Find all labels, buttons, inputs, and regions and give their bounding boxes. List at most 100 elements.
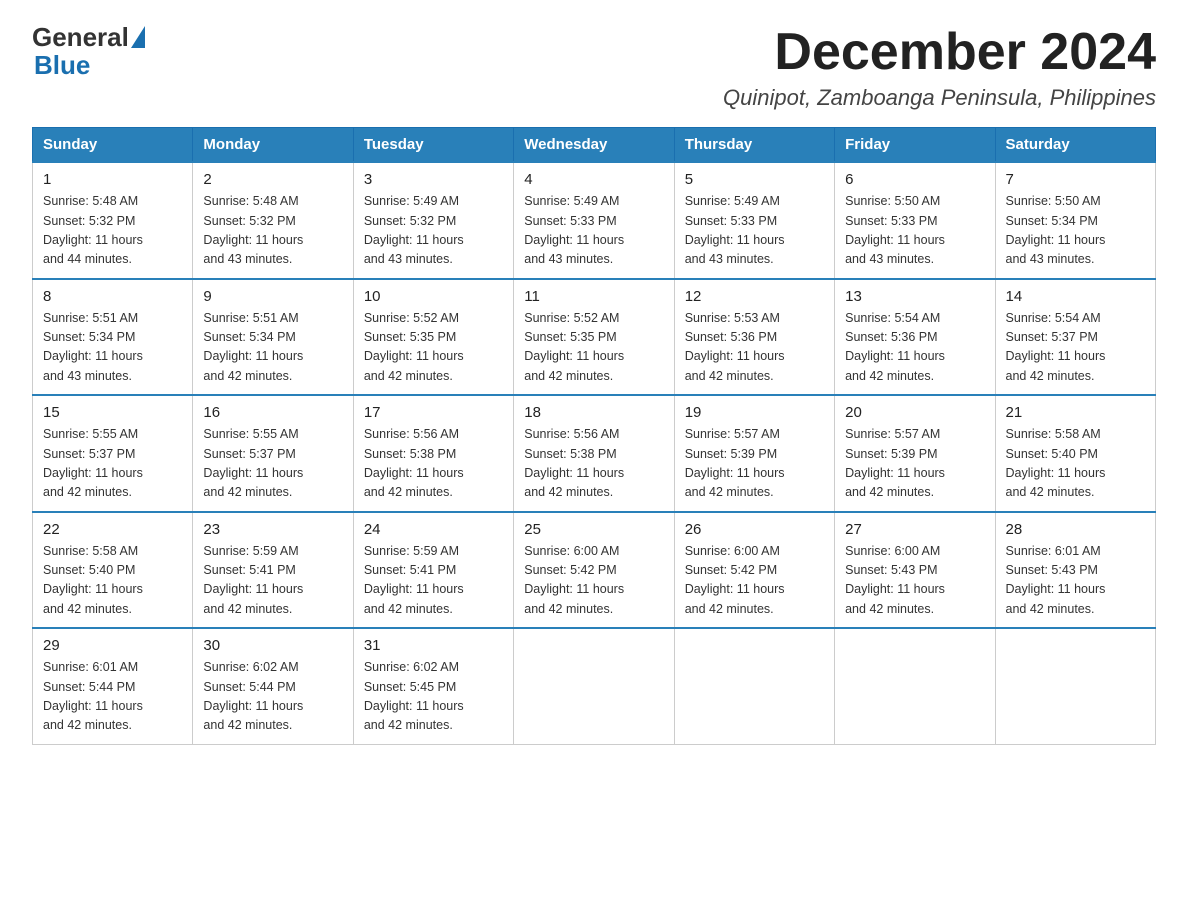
day-number: 26 [685, 521, 824, 538]
day-number: 6 [845, 171, 984, 188]
calendar-week-row: 22 Sunrise: 5:58 AM Sunset: 5:40 PM Dayl… [33, 512, 1156, 629]
logo-general: General [32, 24, 129, 50]
day-number: 25 [524, 521, 663, 538]
header-monday: Monday [193, 128, 353, 163]
day-number: 28 [1006, 521, 1145, 538]
calendar-week-row: 29 Sunrise: 6:01 AM Sunset: 5:44 PM Dayl… [33, 628, 1156, 744]
day-number: 31 [364, 637, 503, 654]
calendar-cell: 26 Sunrise: 6:00 AM Sunset: 5:42 PM Dayl… [674, 512, 834, 629]
day-info: Sunrise: 5:55 AM Sunset: 5:37 PM Dayligh… [203, 425, 342, 503]
calendar-header-row: SundayMondayTuesdayWednesdayThursdayFrid… [33, 128, 1156, 163]
page-header: General Blue December 2024 Quinipot, Zam… [32, 24, 1156, 111]
day-number: 2 [203, 171, 342, 188]
day-number: 4 [524, 171, 663, 188]
day-info: Sunrise: 6:02 AM Sunset: 5:45 PM Dayligh… [364, 658, 503, 736]
calendar-cell: 10 Sunrise: 5:52 AM Sunset: 5:35 PM Dayl… [353, 279, 513, 396]
day-info: Sunrise: 5:51 AM Sunset: 5:34 PM Dayligh… [203, 309, 342, 387]
day-info: Sunrise: 6:01 AM Sunset: 5:43 PM Dayligh… [1006, 542, 1145, 620]
calendar-cell: 21 Sunrise: 5:58 AM Sunset: 5:40 PM Dayl… [995, 395, 1155, 512]
header-friday: Friday [835, 128, 995, 163]
day-number: 23 [203, 521, 342, 538]
header-wednesday: Wednesday [514, 128, 674, 163]
day-info: Sunrise: 5:48 AM Sunset: 5:32 PM Dayligh… [43, 192, 182, 270]
day-number: 24 [364, 521, 503, 538]
day-number: 19 [685, 404, 824, 421]
calendar-cell: 13 Sunrise: 5:54 AM Sunset: 5:36 PM Dayl… [835, 279, 995, 396]
calendar-cell: 6 Sunrise: 5:50 AM Sunset: 5:33 PM Dayli… [835, 162, 995, 279]
day-info: Sunrise: 5:56 AM Sunset: 5:38 PM Dayligh… [524, 425, 663, 503]
day-number: 12 [685, 288, 824, 305]
logo-blue: Blue [34, 50, 90, 80]
day-info: Sunrise: 5:48 AM Sunset: 5:32 PM Dayligh… [203, 192, 342, 270]
calendar-cell: 23 Sunrise: 5:59 AM Sunset: 5:41 PM Dayl… [193, 512, 353, 629]
day-info: Sunrise: 5:50 AM Sunset: 5:33 PM Dayligh… [845, 192, 984, 270]
day-info: Sunrise: 5:49 AM Sunset: 5:32 PM Dayligh… [364, 192, 503, 270]
calendar-cell [835, 628, 995, 744]
calendar-week-row: 8 Sunrise: 5:51 AM Sunset: 5:34 PM Dayli… [33, 279, 1156, 396]
calendar-cell: 30 Sunrise: 6:02 AM Sunset: 5:44 PM Dayl… [193, 628, 353, 744]
calendar-cell: 12 Sunrise: 5:53 AM Sunset: 5:36 PM Dayl… [674, 279, 834, 396]
day-info: Sunrise: 5:49 AM Sunset: 5:33 PM Dayligh… [685, 192, 824, 270]
day-info: Sunrise: 5:49 AM Sunset: 5:33 PM Dayligh… [524, 192, 663, 270]
calendar-table: SundayMondayTuesdayWednesdayThursdayFrid… [32, 127, 1156, 745]
day-number: 8 [43, 288, 182, 305]
header-tuesday: Tuesday [353, 128, 513, 163]
calendar-cell: 25 Sunrise: 6:00 AM Sunset: 5:42 PM Dayl… [514, 512, 674, 629]
day-number: 27 [845, 521, 984, 538]
day-info: Sunrise: 5:58 AM Sunset: 5:40 PM Dayligh… [43, 542, 182, 620]
day-info: Sunrise: 5:59 AM Sunset: 5:41 PM Dayligh… [364, 542, 503, 620]
logo-triangle-icon [131, 26, 145, 48]
calendar-cell: 31 Sunrise: 6:02 AM Sunset: 5:45 PM Dayl… [353, 628, 513, 744]
calendar-cell: 5 Sunrise: 5:49 AM Sunset: 5:33 PM Dayli… [674, 162, 834, 279]
logo: General Blue [32, 24, 147, 81]
calendar-cell: 28 Sunrise: 6:01 AM Sunset: 5:43 PM Dayl… [995, 512, 1155, 629]
day-number: 18 [524, 404, 663, 421]
day-info: Sunrise: 6:01 AM Sunset: 5:44 PM Dayligh… [43, 658, 182, 736]
day-info: Sunrise: 6:00 AM Sunset: 5:42 PM Dayligh… [685, 542, 824, 620]
calendar-cell: 4 Sunrise: 5:49 AM Sunset: 5:33 PM Dayli… [514, 162, 674, 279]
day-number: 3 [364, 171, 503, 188]
day-info: Sunrise: 5:57 AM Sunset: 5:39 PM Dayligh… [845, 425, 984, 503]
day-number: 20 [845, 404, 984, 421]
day-info: Sunrise: 5:52 AM Sunset: 5:35 PM Dayligh… [524, 309, 663, 387]
day-info: Sunrise: 5:58 AM Sunset: 5:40 PM Dayligh… [1006, 425, 1145, 503]
day-info: Sunrise: 5:55 AM Sunset: 5:37 PM Dayligh… [43, 425, 182, 503]
day-info: Sunrise: 5:53 AM Sunset: 5:36 PM Dayligh… [685, 309, 824, 387]
calendar-week-row: 15 Sunrise: 5:55 AM Sunset: 5:37 PM Dayl… [33, 395, 1156, 512]
day-info: Sunrise: 6:00 AM Sunset: 5:42 PM Dayligh… [524, 542, 663, 620]
day-info: Sunrise: 6:02 AM Sunset: 5:44 PM Dayligh… [203, 658, 342, 736]
day-info: Sunrise: 5:52 AM Sunset: 5:35 PM Dayligh… [364, 309, 503, 387]
calendar-cell: 17 Sunrise: 5:56 AM Sunset: 5:38 PM Dayl… [353, 395, 513, 512]
calendar-cell [995, 628, 1155, 744]
month-title: December 2024 [723, 24, 1156, 81]
day-number: 9 [203, 288, 342, 305]
calendar-cell: 14 Sunrise: 5:54 AM Sunset: 5:37 PM Dayl… [995, 279, 1155, 396]
day-info: Sunrise: 6:00 AM Sunset: 5:43 PM Dayligh… [845, 542, 984, 620]
day-number: 7 [1006, 171, 1145, 188]
calendar-cell [674, 628, 834, 744]
calendar-cell: 24 Sunrise: 5:59 AM Sunset: 5:41 PM Dayl… [353, 512, 513, 629]
day-info: Sunrise: 5:51 AM Sunset: 5:34 PM Dayligh… [43, 309, 182, 387]
calendar-cell: 3 Sunrise: 5:49 AM Sunset: 5:32 PM Dayli… [353, 162, 513, 279]
calendar-cell: 18 Sunrise: 5:56 AM Sunset: 5:38 PM Dayl… [514, 395, 674, 512]
calendar-cell: 9 Sunrise: 5:51 AM Sunset: 5:34 PM Dayli… [193, 279, 353, 396]
calendar-cell: 1 Sunrise: 5:48 AM Sunset: 5:32 PM Dayli… [33, 162, 193, 279]
day-number: 11 [524, 288, 663, 305]
title-area: December 2024 Quinipot, Zamboanga Penins… [723, 24, 1156, 111]
calendar-cell: 8 Sunrise: 5:51 AM Sunset: 5:34 PM Dayli… [33, 279, 193, 396]
calendar-cell: 11 Sunrise: 5:52 AM Sunset: 5:35 PM Dayl… [514, 279, 674, 396]
calendar-cell: 16 Sunrise: 5:55 AM Sunset: 5:37 PM Dayl… [193, 395, 353, 512]
day-number: 1 [43, 171, 182, 188]
day-number: 13 [845, 288, 984, 305]
day-info: Sunrise: 5:54 AM Sunset: 5:36 PM Dayligh… [845, 309, 984, 387]
header-sunday: Sunday [33, 128, 193, 163]
day-number: 14 [1006, 288, 1145, 305]
calendar-cell: 19 Sunrise: 5:57 AM Sunset: 5:39 PM Dayl… [674, 395, 834, 512]
day-info: Sunrise: 5:56 AM Sunset: 5:38 PM Dayligh… [364, 425, 503, 503]
day-number: 17 [364, 404, 503, 421]
day-number: 29 [43, 637, 182, 654]
calendar-cell: 7 Sunrise: 5:50 AM Sunset: 5:34 PM Dayli… [995, 162, 1155, 279]
day-number: 22 [43, 521, 182, 538]
calendar-cell: 27 Sunrise: 6:00 AM Sunset: 5:43 PM Dayl… [835, 512, 995, 629]
day-number: 21 [1006, 404, 1145, 421]
